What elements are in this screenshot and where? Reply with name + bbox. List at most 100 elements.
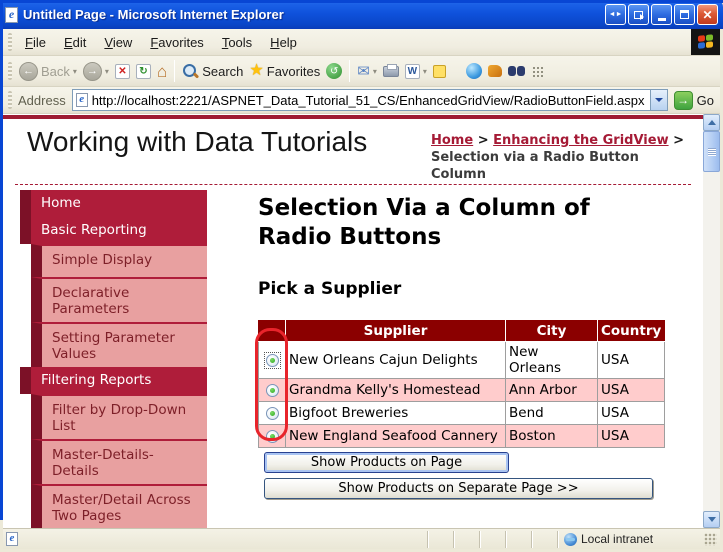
sidebar-item-setting-parameter-values[interactable]: Setting Parameter Values <box>31 322 207 367</box>
city-cell: Boston <box>506 425 598 448</box>
table-row: New England Seafood Cannery Boston USA <box>259 425 665 448</box>
mail-dropdown-icon[interactable]: ▾ <box>373 67 377 76</box>
mail-icon: ✉ <box>357 64 370 79</box>
favorites-star-icon: ★ <box>249 63 263 79</box>
vertical-scrollbar[interactable] <box>703 114 720 528</box>
menu-tools[interactable]: Tools <box>213 31 261 54</box>
sidebar-item-declarative-parameters[interactable]: Declarative Parameters <box>31 277 207 322</box>
favorites-label: Favorites <box>267 64 320 79</box>
scroll-up-icon <box>708 120 716 125</box>
pop-out-button[interactable] <box>628 4 649 25</box>
windows-logo-throbber <box>691 29 720 55</box>
status-cell <box>427 531 453 548</box>
toolbar: ← Back ▾ → ▾ ✕ ↻ ⌂ Search ★ Favorites ↺ <box>3 56 720 87</box>
sidebar-item-filtering-reports[interactable]: Filtering Reports <box>20 367 207 394</box>
stop-button[interactable]: ✕ <box>112 64 133 79</box>
toolbar-grip[interactable] <box>8 62 12 80</box>
refresh-button[interactable]: ↻ <box>133 64 154 79</box>
home-button[interactable]: ⌂ <box>154 63 170 80</box>
sidebar-item-home[interactable]: Home <box>20 190 207 217</box>
back-dropdown-icon[interactable]: ▾ <box>73 67 77 76</box>
row-radio-button[interactable] <box>265 429 280 444</box>
menu-favorites[interactable]: Favorites <box>141 31 212 54</box>
address-input[interactable]: e http://localhost:2221/ASPNET_Data_Tuto… <box>72 89 668 111</box>
search-button[interactable]: Search <box>179 63 246 80</box>
radio-icon <box>266 407 279 420</box>
supplier-cell: New Orleans Cajun Delights <box>286 342 506 379</box>
sidebar-item-master-detail-two-pages[interactable]: Master/Detail Across Two Pages <box>31 484 207 528</box>
messenger-button[interactable] <box>463 63 485 79</box>
minimize-button[interactable] <box>651 4 672 25</box>
breadcrumb-section-link[interactable]: Enhancing the GridView <box>493 133 668 148</box>
status-cell <box>479 531 505 548</box>
row-radio-button[interactable] <box>265 353 280 368</box>
word-dropdown-icon[interactable]: ▾ <box>423 67 427 76</box>
status-cell <box>505 531 531 548</box>
breadcrumb-home-link[interactable]: Home <box>431 133 473 148</box>
close-button[interactable]: ✕ <box>697 4 718 25</box>
window-border-bottom <box>0 0 723 3</box>
search-label: Search <box>202 64 243 79</box>
sidebar-item-simple-display[interactable]: Simple Display <box>31 244 207 277</box>
print-icon <box>383 66 399 77</box>
dotted-grid-icon <box>531 65 544 78</box>
status-page-icon: e <box>6 532 18 546</box>
page-top-rule <box>3 115 703 119</box>
back-button[interactable]: ← Back ▾ <box>16 62 80 81</box>
menu-bar: File Edit View Favorites Tools Help <box>3 29 720 56</box>
show-products-separate-page-button[interactable]: Show Products on Separate Page >> <box>264 478 653 499</box>
toolbar-separator <box>174 60 175 82</box>
address-dropdown-button[interactable] <box>650 90 667 110</box>
scroll-down-button[interactable] <box>703 511 720 528</box>
binoculars-icon <box>508 65 525 77</box>
menubar-grip[interactable] <box>8 33 12 51</box>
go-button[interactable]: → Go <box>674 91 714 110</box>
print-preview-button[interactable] <box>528 65 547 78</box>
messenger-icon <box>466 63 482 79</box>
breadcrumb-separator: > <box>669 133 684 148</box>
breadcrumb-current: Selection via a Radio Button Column <box>431 150 639 182</box>
menu-edit[interactable]: Edit <box>55 31 95 54</box>
address-label: Address <box>18 93 66 108</box>
intranet-zone-icon <box>564 533 577 546</box>
note-icon <box>433 65 446 78</box>
page-content: Working with Data Tutorials Home > Enhan… <box>3 114 703 528</box>
main-content: Selection Via a Column of Radio Buttons … <box>258 194 673 252</box>
browser-window: e Untitled Page - Microsoft Internet Exp… <box>0 0 723 552</box>
sidebar-item-basic-reporting[interactable]: Basic Reporting <box>20 217 207 244</box>
supplier-column-header: Supplier <box>286 321 506 342</box>
notes-button[interactable] <box>430 65 449 78</box>
back-icon: ← <box>19 62 38 81</box>
nav-toggle-button[interactable]: ◄► <box>605 4 626 25</box>
edit-word-button[interactable]: W ▾ <box>402 64 430 79</box>
scroll-up-button[interactable] <box>703 114 720 131</box>
history-button[interactable]: ↺ <box>323 63 345 79</box>
address-url[interactable]: http://localhost:2221/ASPNET_Data_Tutori… <box>92 93 650 108</box>
row-radio-button[interactable] <box>265 406 280 421</box>
maximize-button[interactable] <box>674 4 695 25</box>
row-radio-button[interactable] <box>265 383 280 398</box>
mail-button[interactable]: ✉ ▾ <box>354 64 380 79</box>
window-controls: ◄► ✕ <box>605 4 718 25</box>
menu-help[interactable]: Help <box>261 31 306 54</box>
favorites-button[interactable]: ★ Favorites <box>246 63 323 79</box>
resize-grip[interactable] <box>704 533 717 546</box>
addressbar-grip[interactable] <box>8 91 12 109</box>
sidebar-item-filter-dropdown[interactable]: Filter by Drop-Down List <box>31 394 207 439</box>
supplier-cell: Bigfoot Breweries <box>286 402 506 425</box>
discuss-button[interactable] <box>505 65 528 77</box>
menu-view[interactable]: View <box>95 31 141 54</box>
country-cell: USA <box>598 379 665 402</box>
print-button[interactable] <box>380 66 402 77</box>
forward-dropdown-icon[interactable]: ▾ <box>105 67 109 76</box>
sidebar-item-master-details-details[interactable]: Master-Details-Details <box>31 439 207 484</box>
menu-file[interactable]: File <box>16 31 55 54</box>
section-title: Pick a Supplier <box>258 279 401 299</box>
scrollbar-thumb[interactable] <box>703 131 720 172</box>
show-products-on-page-button[interactable]: Show Products on Page <box>264 452 509 473</box>
media-button[interactable] <box>485 65 505 77</box>
table-row: New Orleans Cajun Delights New Orleans U… <box>259 342 665 379</box>
country-cell: USA <box>598 425 665 448</box>
forward-button[interactable]: → ▾ <box>80 62 112 81</box>
windows-flag-icon <box>698 34 714 50</box>
